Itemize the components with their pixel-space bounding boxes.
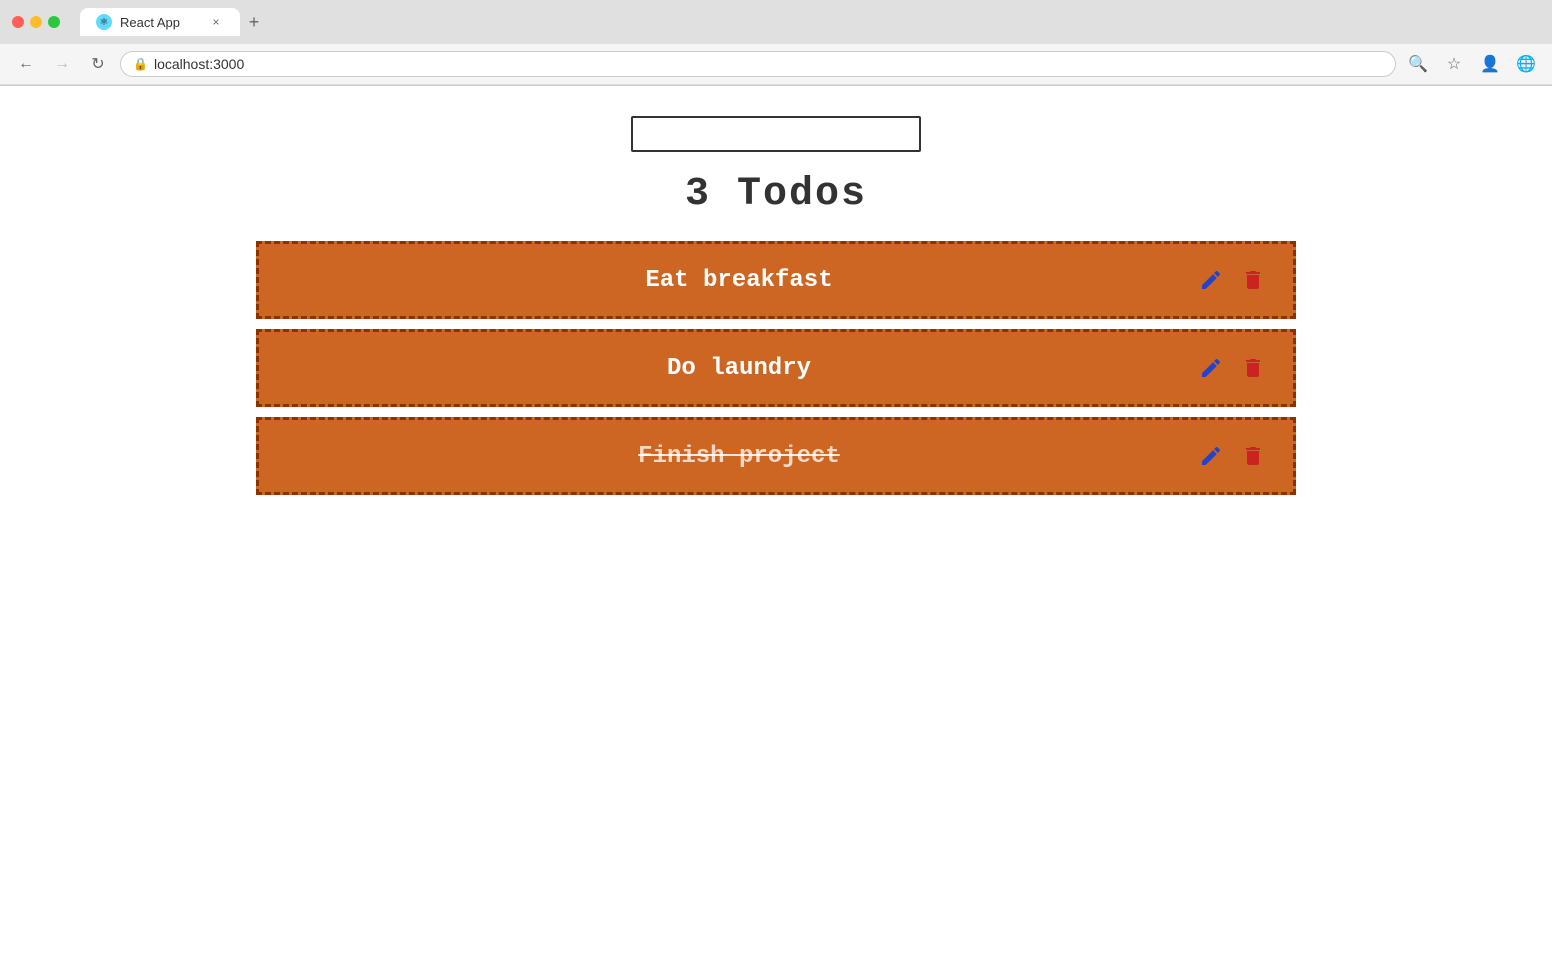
todo-count: 3 Todos (685, 172, 867, 217)
address-text: localhost:3000 (154, 56, 244, 72)
lock-icon: 🔒 (133, 57, 148, 71)
address-bar[interactable]: 🔒 localhost:3000 (120, 51, 1396, 77)
todo-input[interactable] (631, 116, 921, 152)
tab-bar: ⚛ React App × + (68, 8, 280, 36)
browser-chrome: ⚛ React App × + ← → ↻ 🔒 localhost:3000 🔍… (0, 0, 1552, 86)
todo-item: Finish project (256, 417, 1296, 495)
active-tab[interactable]: ⚛ React App × (80, 8, 240, 36)
pencil-icon (1199, 356, 1223, 380)
tab-title: React App (120, 15, 180, 30)
close-window-button[interactable] (12, 16, 24, 28)
maximize-window-button[interactable] (48, 16, 60, 28)
back-button[interactable]: ← (12, 50, 40, 78)
todo-actions (1195, 352, 1269, 384)
todo-list: Eat breakfast Do laundry (256, 241, 1296, 495)
pencil-icon (1199, 268, 1223, 292)
todo-item: Eat breakfast (256, 241, 1296, 319)
todo-actions (1195, 264, 1269, 296)
edit-button[interactable] (1195, 352, 1227, 384)
pencil-icon (1199, 444, 1223, 468)
delete-button[interactable] (1237, 264, 1269, 296)
minimize-window-button[interactable] (30, 16, 42, 28)
bookmark-button[interactable]: ☆ (1440, 50, 1468, 78)
trash-icon (1241, 356, 1265, 380)
delete-button[interactable] (1237, 352, 1269, 384)
nav-actions: 🔍 ☆ 👤 🌐 (1404, 50, 1540, 78)
window-controls (12, 16, 60, 28)
page-content: 3 Todos Eat breakfast Do laundry (0, 86, 1552, 973)
forward-button[interactable]: → (48, 50, 76, 78)
reload-button[interactable]: ↻ (84, 50, 112, 78)
new-tab-button[interactable]: + (240, 8, 268, 36)
todo-text: Eat breakfast (283, 267, 1195, 294)
todo-text-completed: Finish project (283, 443, 1195, 470)
tab-favicon: ⚛ (96, 14, 112, 30)
zoom-button[interactable]: 🔍 (1404, 50, 1432, 78)
todo-item: Do laundry (256, 329, 1296, 407)
trash-icon (1241, 444, 1265, 468)
trash-icon (1241, 268, 1265, 292)
delete-button[interactable] (1237, 440, 1269, 472)
title-bar: ⚛ React App × + (0, 0, 1552, 44)
nav-bar: ← → ↻ 🔒 localhost:3000 🔍 ☆ 👤 🌐 (0, 44, 1552, 85)
edit-button[interactable] (1195, 440, 1227, 472)
tab-close-button[interactable]: × (208, 14, 224, 30)
extension-button[interactable]: 🌐 (1512, 50, 1540, 78)
profile-button[interactable]: 👤 (1476, 50, 1504, 78)
todo-actions (1195, 440, 1269, 472)
todo-text: Do laundry (283, 355, 1195, 382)
edit-button[interactable] (1195, 264, 1227, 296)
